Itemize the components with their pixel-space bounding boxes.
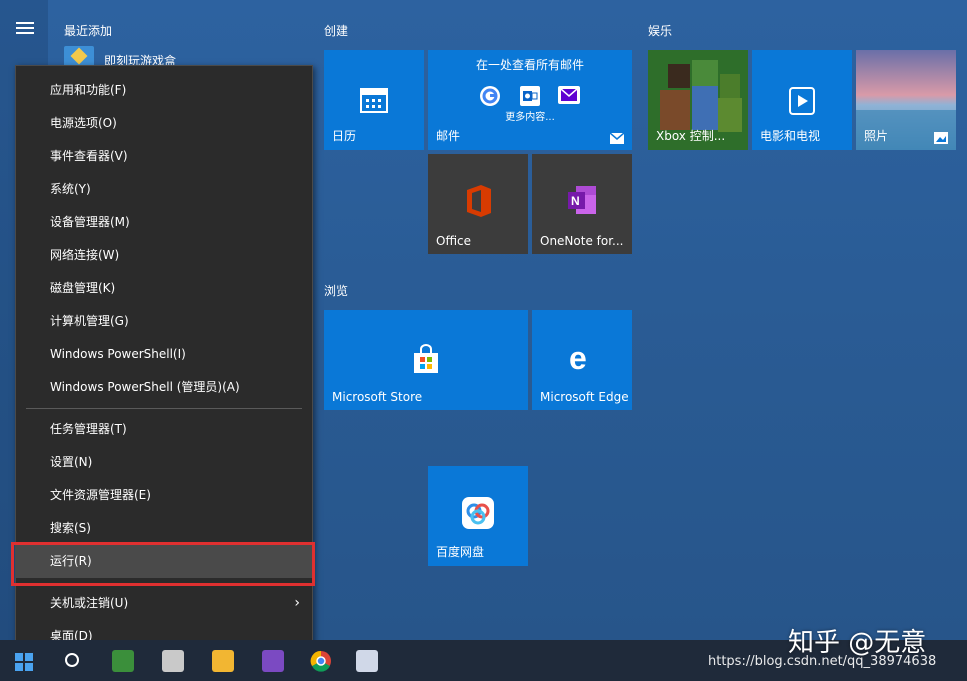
group-title-create: 创建 [324,24,349,38]
menu-item-file-explorer[interactable]: 文件资源管理器(E) [16,479,312,512]
menu-item-apps-features[interactable]: 应用和功能(F) [16,74,312,107]
yahoo-mail-icon [558,86,580,104]
calendar-icon [360,88,388,113]
menu-item-disk-management[interactable]: 磁盘管理(K) [16,272,312,305]
tile-store[interactable]: Microsoft Store [324,310,528,410]
tile-photos-label: 照片 [864,129,889,143]
chevron-right-icon: › [294,595,300,611]
tile-movies-label: 电影和电视 [760,129,821,143]
tile-office[interactable]: Office [428,154,528,254]
menu-item-search[interactable]: 搜索(S) [16,512,312,545]
tile-office-label: Office [436,234,472,248]
tile-movies[interactable]: 电影和电视 [752,50,852,150]
hamburger-menu-icon[interactable] [16,22,34,36]
movies-tv-icon [789,87,815,115]
store-bag-icon [414,344,438,373]
photos-badge-icon [934,132,948,144]
office-icon [467,185,491,217]
wechat-icon[interactable] [112,650,134,672]
tile-calendar-label: 日历 [332,129,357,143]
tile-photos[interactable]: 照片 [856,50,956,150]
menu-item-shutdown-label: 关机或注销(U) [50,596,129,610]
mail-envelope-icon [610,133,624,144]
menu-item-system[interactable]: 系统(Y) [16,173,312,206]
tile-edge[interactable]: e Microsoft Edge [532,310,632,410]
menu-item-event-viewer[interactable]: 事件查看器(V) [16,140,312,173]
menu-item-network-connections[interactable]: 网络连接(W) [16,239,312,272]
menu-item-computer-management[interactable]: 计算机管理(G) [16,305,312,338]
menu-item-powershell[interactable]: Windows PowerShell(I) [16,338,312,371]
tile-mail-label: 邮件 [436,129,461,143]
google-icon [480,86,500,106]
tile-edge-label: Microsoft Edge [540,390,629,404]
tile-onenote-label: OneNote for... [540,234,624,248]
baidu-netdisk-icon [462,497,494,529]
outlook-icon [520,86,540,106]
tile-xbox[interactable]: Xbox 控制... [648,50,748,150]
recent-added-title: 最近添加 [64,24,113,38]
search-circle-icon[interactable] [62,650,84,672]
mail-heading: 在一处查看所有邮件 [475,58,584,72]
taskbar-app-icon[interactable] [162,650,184,672]
tile-store-label: Microsoft Store [332,390,423,404]
tile-mail[interactable]: 在一处查看所有邮件 更多内容... 邮件 [428,50,632,150]
file-explorer-icon[interactable] [212,650,234,672]
onenote-icon: N [568,186,596,214]
tile-baidu-label: 百度网盘 [436,545,485,559]
tile-baidu-netdisk[interactable]: 百度网盘 [428,466,528,566]
edge-icon: e [569,342,587,374]
menu-item-task-manager[interactable]: 任务管理器(T) [16,413,312,446]
group-title-entertainment: 娱乐 [648,24,673,38]
remote-desktop-icon[interactable] [356,650,378,672]
svg-text:N: N [571,194,580,208]
mail-more-content: 更多内容... [505,112,555,123]
windows-start-icon[interactable] [14,652,36,674]
tile-calendar[interactable]: 日历 [324,50,424,150]
group-title-browse: 浏览 [324,284,349,298]
tile-onenote[interactable]: N OneNote for... [532,154,632,254]
visual-studio-icon[interactable] [262,650,284,672]
csdn-url-watermark: https://blog.csdn.net/qq_38974638 [708,654,937,669]
tile-xbox-label: Xbox 控制... [656,129,726,143]
menu-item-device-manager[interactable]: 设备管理器(M) [16,206,312,239]
run-highlight-box [11,542,315,586]
chrome-icon[interactable] [310,650,332,672]
menu-item-powershell-admin[interactable]: Windows PowerShell (管理员)(A) [16,371,312,404]
menu-item-settings[interactable]: 设置(N) [16,446,312,479]
svg-text:e: e [569,342,587,374]
menu-separator [26,408,302,409]
menu-item-shutdown-signout[interactable]: 关机或注销(U) › [16,587,312,620]
menu-item-power-options[interactable]: 电源选项(O) [16,107,312,140]
